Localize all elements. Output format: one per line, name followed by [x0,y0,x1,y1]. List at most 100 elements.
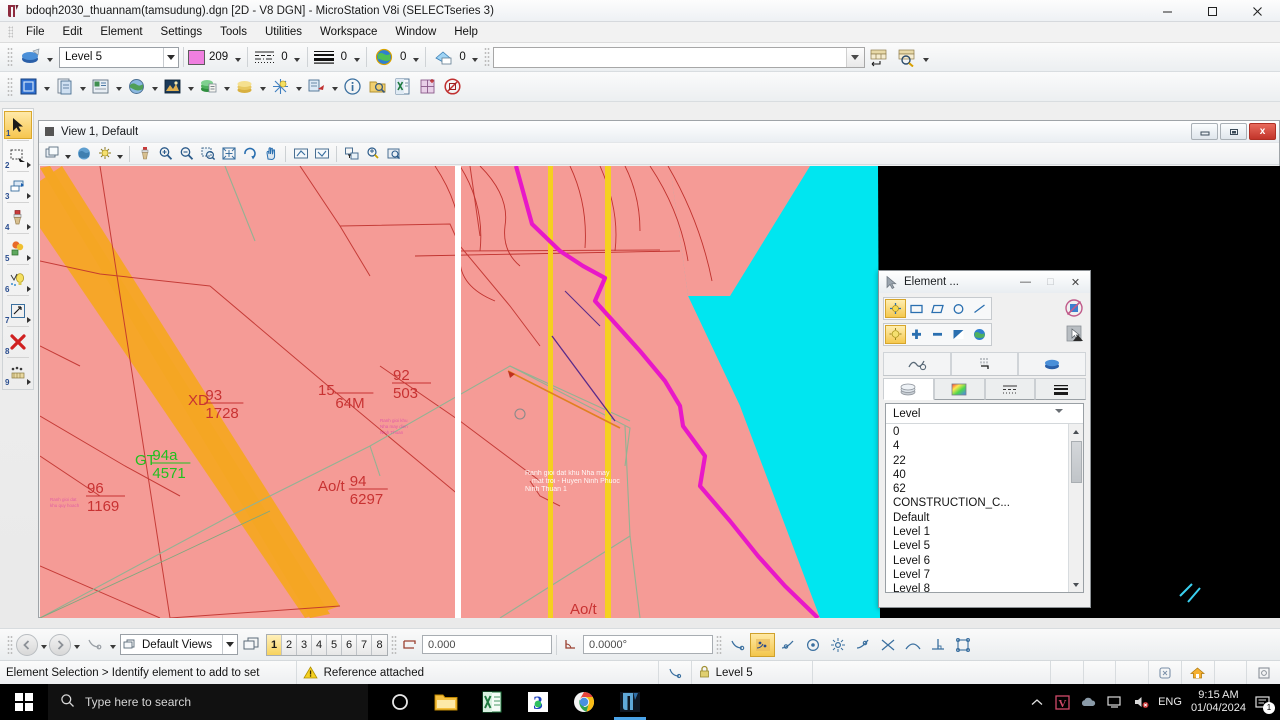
all-selection-icon[interactable] [969,325,990,344]
level-list-item[interactable]: 22 [886,454,1068,468]
level-list-item[interactable]: Level 8 [886,582,1068,592]
menu-workspace[interactable]: Workspace [311,24,386,40]
menu-help[interactable]: Help [445,24,487,40]
tool-measure[interactable]: 6 [4,266,32,294]
tab-element-type[interactable] [883,352,951,375]
level-manager-icon[interactable] [196,75,221,98]
expand-up-icon[interactable] [1072,333,1084,345]
tangent-snap-icon[interactable] [900,633,925,657]
view-next-icon[interactable] [311,144,332,164]
globe-display-icon[interactable] [124,75,149,98]
link-dropdown[interactable] [329,75,340,98]
view-groups-manager-icon[interactable] [238,633,266,656]
toolbar-grip[interactable] [7,634,13,655]
excel-icon[interactable] [470,684,514,720]
view-number-button[interactable]: 2 [282,634,297,655]
scroll-down-icon[interactable] [1069,577,1084,592]
tool-delete-element[interactable]: 8 [4,328,32,356]
color-swatch[interactable] [188,49,205,65]
close-button[interactable] [1235,0,1280,22]
noclip-icon[interactable] [440,75,465,98]
tab-template[interactable] [950,352,1019,375]
line-style-dropdown[interactable] [292,46,303,69]
level-table-icon[interactable] [865,46,893,69]
level-list-item[interactable]: Level 5 [886,539,1068,553]
tab-color[interactable] [933,378,985,400]
tray-clock[interactable]: 9:15 AM 01/04/2024 [1191,689,1246,715]
notification-icon[interactable]: 1 [1255,694,1275,714]
view-number-button[interactable]: 8 [372,634,387,655]
pan-view-icon[interactable] [260,144,281,164]
flyout-arrow-icon[interactable] [27,379,31,385]
image-icon[interactable] [160,75,185,98]
level-display-dropdown[interactable] [257,75,268,98]
element-dialog-maximize[interactable]: □ [1038,271,1063,293]
globe-display-dropdown[interactable] [149,75,160,98]
view-previous-icon[interactable] [290,144,311,164]
menu-element[interactable]: Element [91,24,151,40]
level-list-item[interactable]: 0 [886,425,1068,439]
view-rotate-dropdown[interactable] [107,633,118,656]
onedrive-icon[interactable] [1080,694,1097,711]
element-dialog-minimize[interactable]: — [1013,271,1038,293]
transparency-globe-icon[interactable] [371,46,396,69]
level-list-item[interactable]: Default [886,511,1068,525]
level-list-items[interactable]: 0 4 22 40 62 CONSTRUCTION_C... Default Level 1L… [886,424,1068,592]
window-area-icon[interactable] [197,144,218,164]
active-level-symbology-icon[interactable] [16,46,44,69]
tool-dimension[interactable]: 7 [4,297,32,325]
status-level[interactable]: Level 5 [692,660,813,685]
image-dropdown[interactable] [185,75,196,98]
cortana-icon[interactable] [378,684,422,720]
zoom-out-icon[interactable] [176,144,197,164]
level-combo-arrow[interactable] [163,47,178,67]
view-number-button[interactable]: 5 [327,634,342,655]
tool-groups[interactable]: 5 [4,235,32,263]
line-weight-dropdown[interactable] [351,46,362,69]
tool-element-selection[interactable]: 1 [4,111,32,139]
chevron-down-icon[interactable] [1055,409,1063,413]
drawing-canvas[interactable]: Ranh gioi khu Nha may dien Ninh Thuan Ra… [40,166,1280,618]
excel-icon[interactable] [390,75,415,98]
chrome-icon[interactable] [562,684,606,720]
nearest-snap-icon[interactable] [775,633,800,657]
distance-input[interactable]: 0.000 [422,635,552,654]
chevron-up-icon[interactable] [1028,694,1045,711]
view-minimize-button[interactable] [1191,123,1218,140]
toolbar-grip[interactable] [7,76,13,97]
view-number-button[interactable]: 4 [312,634,327,655]
view-rotate-icon[interactable] [82,633,107,656]
menu-window[interactable]: Window [386,24,445,40]
origin-snap-icon[interactable] [850,633,875,657]
subtract-selection-icon[interactable] [927,325,948,344]
view-group-arrow[interactable] [222,635,237,654]
models-dropdown[interactable] [41,75,52,98]
view-number-button[interactable]: 6 [342,634,357,655]
keypoint-snap-icon[interactable] [800,633,825,657]
maximize-button[interactable] [1190,0,1235,22]
no-levels-icon[interactable] [1062,297,1086,319]
view-restore-button[interactable] [1220,123,1247,140]
models-icon[interactable] [16,75,41,98]
flyout-arrow-icon[interactable] [27,193,31,199]
symbology-dropdown[interactable] [293,75,304,98]
tab-weight[interactable] [1035,378,1086,400]
view-attributes-dropdown[interactable] [63,144,73,164]
status-workmode-icon[interactable] [1149,660,1182,685]
menu-tools[interactable]: Tools [211,24,256,40]
tray-language[interactable]: ENG [1158,696,1182,708]
level-list-item[interactable]: Level 1 [886,525,1068,539]
update-view-icon[interactable] [134,144,155,164]
clip-volume-icon[interactable] [362,144,383,164]
key-in-combo[interactable] [492,46,865,68]
color-dropdown[interactable] [232,46,243,69]
flyout-arrow-icon[interactable] [27,286,31,292]
level-manager-dropdown[interactable] [221,75,232,98]
tab-level[interactable] [883,378,934,400]
parallel-snap-icon[interactable] [950,633,975,657]
network-icon[interactable] [1106,694,1123,711]
view-attributes-icon[interactable] [42,144,63,164]
add-selection-icon[interactable] [906,325,927,344]
status-reference[interactable]: Reference attached [297,660,659,685]
status-dgn-icon[interactable] [1247,661,1280,685]
